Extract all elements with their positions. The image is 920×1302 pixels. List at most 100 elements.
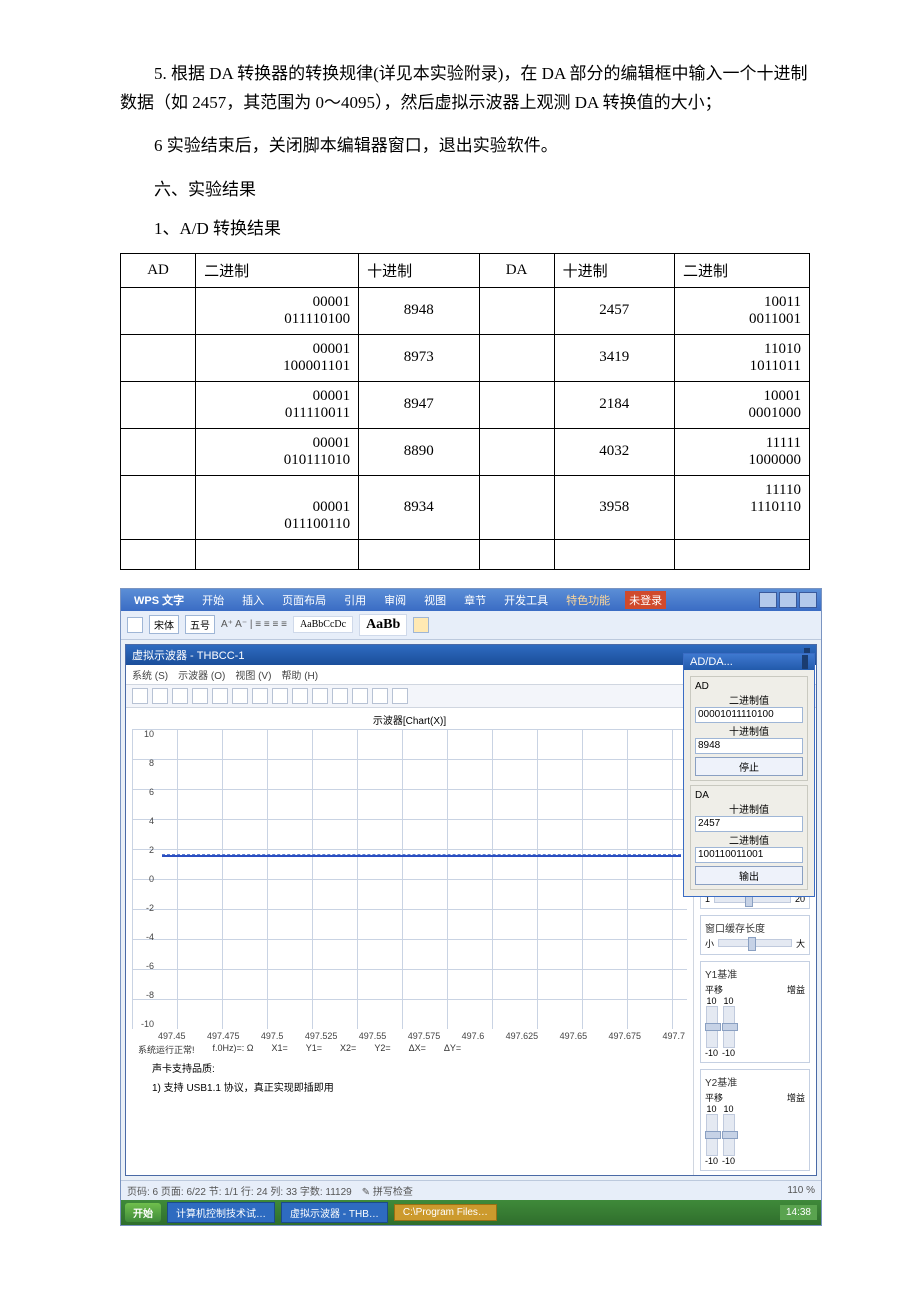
- cell: 00001 011100110: [284, 499, 350, 532]
- chart-title: 示波器[Chart(X)]: [132, 712, 687, 727]
- cell: 8947: [359, 381, 479, 428]
- subsection-heading: 1、A/D 转换结果: [120, 214, 810, 239]
- windows-taskbar: 开始 计算机控制技术试… 虚拟示波器 - THB… C:\Program Fil…: [121, 1200, 821, 1225]
- tab[interactable]: 开始: [199, 591, 227, 609]
- menu-item[interactable]: 示波器 (O): [178, 667, 225, 682]
- da-section-label: DA: [695, 790, 803, 801]
- scope-title: 虚拟示波器 - THBCC-1: [132, 647, 244, 663]
- toolbar-icon[interactable]: [132, 688, 148, 704]
- cell: 3419: [554, 334, 674, 381]
- table-header-row: AD 二进制 十进制 DA 十进制 二进制: [121, 253, 810, 287]
- ad-da-table: AD 二进制 十进制 DA 十进制 二进制 00001 011110100 89…: [120, 253, 810, 570]
- toolbar-icon[interactable]: [152, 688, 168, 704]
- th-ad: AD: [121, 253, 196, 287]
- label: 平移: [705, 983, 723, 996]
- th-da: DA: [479, 253, 554, 287]
- tab[interactable]: 章节: [461, 591, 489, 609]
- y-axis-labels: 1086420-2-4-6-8-10: [130, 729, 154, 1029]
- taskbar-item[interactable]: 计算机控制技术试…: [167, 1202, 275, 1223]
- note-line-1: 声卡支持品质:: [132, 1058, 687, 1077]
- section-heading-6: 六、实验结果: [120, 175, 810, 200]
- style-preview[interactable]: AaBbCcDc: [293, 616, 353, 633]
- toolbar-icon[interactable]: [352, 688, 368, 704]
- menu-item[interactable]: 视图 (V): [235, 667, 271, 682]
- label: 增益: [787, 1091, 805, 1104]
- da-bin-field[interactable]: 100110011001: [695, 847, 803, 863]
- menu-item[interactable]: 系统 (S): [132, 667, 168, 682]
- ad-bin-label: 二进制值: [695, 692, 803, 707]
- cell: 10001 0001000: [674, 381, 809, 428]
- zoom-indicator[interactable]: 110 %: [787, 1185, 815, 1196]
- label: 平移: [705, 1091, 723, 1104]
- tab[interactable]: 视图: [421, 591, 449, 609]
- tab[interactable]: 开发工具: [501, 591, 551, 609]
- y1-title: Y1基准: [705, 966, 805, 981]
- window-controls[interactable]: [759, 592, 817, 608]
- toolbar-icon[interactable]: [252, 688, 268, 704]
- start-button[interactable]: 开始: [125, 1203, 161, 1222]
- wps-statusbar: 页码: 6 页面: 6/22 节: 1/1 行: 24 列: 33 字数: 11…: [121, 1180, 821, 1200]
- toolbar-icon[interactable]: [332, 688, 348, 704]
- toolbar-icon[interactable]: [212, 688, 228, 704]
- da-dec-field[interactable]: 2457: [695, 816, 803, 832]
- toolbar-icon[interactable]: [392, 688, 408, 704]
- find-icon[interactable]: [413, 617, 429, 633]
- y2-sliders[interactable]: 10-10 10-10: [705, 1104, 805, 1166]
- style-preview[interactable]: AaBb: [359, 614, 407, 636]
- menu-item[interactable]: 帮助 (H): [281, 667, 318, 682]
- taskbar-clock[interactable]: 14:38: [780, 1205, 817, 1220]
- tab[interactable]: 引用: [341, 591, 369, 609]
- th-da-dec: 十进制: [554, 253, 674, 287]
- table-row: 00001 011100110 8934 3958 11110 1110110: [121, 475, 810, 539]
- cell: 11010 1011011: [674, 334, 809, 381]
- toolbar-icon[interactable]: [312, 688, 328, 704]
- toolbar-icon[interactable]: [172, 688, 188, 704]
- y2-title: Y2基准: [705, 1074, 805, 1089]
- app-name: WPS 文字: [131, 591, 187, 609]
- cell: 8890: [359, 428, 479, 475]
- toolbar-icon[interactable]: [272, 688, 288, 704]
- toolbar-icon[interactable]: [232, 688, 248, 704]
- label: 增益: [787, 983, 805, 996]
- chart-area[interactable]: 1086420-2-4-6-8-10: [132, 729, 687, 1029]
- table-row: 00001 010111010 8890 4032 11111 1000000: [121, 428, 810, 475]
- size-combo[interactable]: 五号: [185, 615, 215, 634]
- tab[interactable]: 页面布局: [279, 591, 329, 609]
- tab[interactable]: 审阅: [381, 591, 409, 609]
- taskbar-item[interactable]: 虚拟示波器 - THB…: [281, 1202, 388, 1223]
- cell: 8973: [359, 334, 479, 381]
- tab[interactable]: 插入: [239, 591, 267, 609]
- cell: 00001 011110100: [196, 287, 359, 334]
- window-controls[interactable]: [802, 656, 808, 668]
- spellcheck-button[interactable]: ✎ 拼写检查: [362, 1183, 413, 1198]
- th-ad-bin: 二进制: [196, 253, 359, 287]
- table-row: 00001 100001101 8973 3419 11010 1011011: [121, 334, 810, 381]
- ad-section-label: AD: [695, 681, 803, 692]
- taskbar-item[interactable]: C:\Program Files…: [394, 1204, 497, 1221]
- note-line-2: 1) 支持 USB1.1 协议，真正实现即插即用: [132, 1077, 687, 1096]
- ad-bin-field[interactable]: 00001011110100: [695, 707, 803, 723]
- paragraph-5: 5. 根据 DA 转换器的转换规律(详见本实验附录)，在 DA 部分的编辑框中输…: [120, 60, 810, 118]
- tab[interactable]: 特色功能: [563, 591, 613, 609]
- buf-slider[interactable]: 小大: [705, 937, 805, 950]
- toolbar-icon[interactable]: [292, 688, 308, 704]
- font-combo[interactable]: 宋体: [149, 615, 179, 634]
- ad-stop-button[interactable]: 停止: [695, 757, 803, 776]
- toolbar-icon[interactable]: [372, 688, 388, 704]
- scope-status-line: 系统运行正常! f.0Hz)=: Ω X1= Y1= X2= Y2= ΔX= Δ…: [132, 1041, 687, 1058]
- th-ad-dec: 十进制: [359, 253, 479, 287]
- status-text: 页码: 6 页面: 6/22 节: 1/1 行: 24 列: 33 字数: 11…: [127, 1183, 352, 1198]
- login-button[interactable]: 未登录: [625, 591, 666, 609]
- ad-da-dialog[interactable]: AD/DA... AD 二进制值 00001011110100 十进制值 894…: [683, 653, 815, 897]
- da-output-button[interactable]: 输出: [695, 866, 803, 885]
- x-axis-labels: 497.45497.475497.5497.525497.55497.57549…: [132, 1029, 687, 1041]
- paste-icon[interactable]: [127, 617, 143, 633]
- dialog-title: AD/DA...: [690, 656, 733, 668]
- toolbar-icon[interactable]: [192, 688, 208, 704]
- cell: 3958: [554, 475, 674, 539]
- signal-trace: [162, 855, 681, 857]
- table-row: 00001 011110100 8948 2457 10011 0011001: [121, 287, 810, 334]
- y1-sliders[interactable]: 10-10 10-10: [705, 996, 805, 1058]
- ad-dec-field[interactable]: 8948: [695, 738, 803, 754]
- ad-dec-label: 十进制值: [695, 723, 803, 738]
